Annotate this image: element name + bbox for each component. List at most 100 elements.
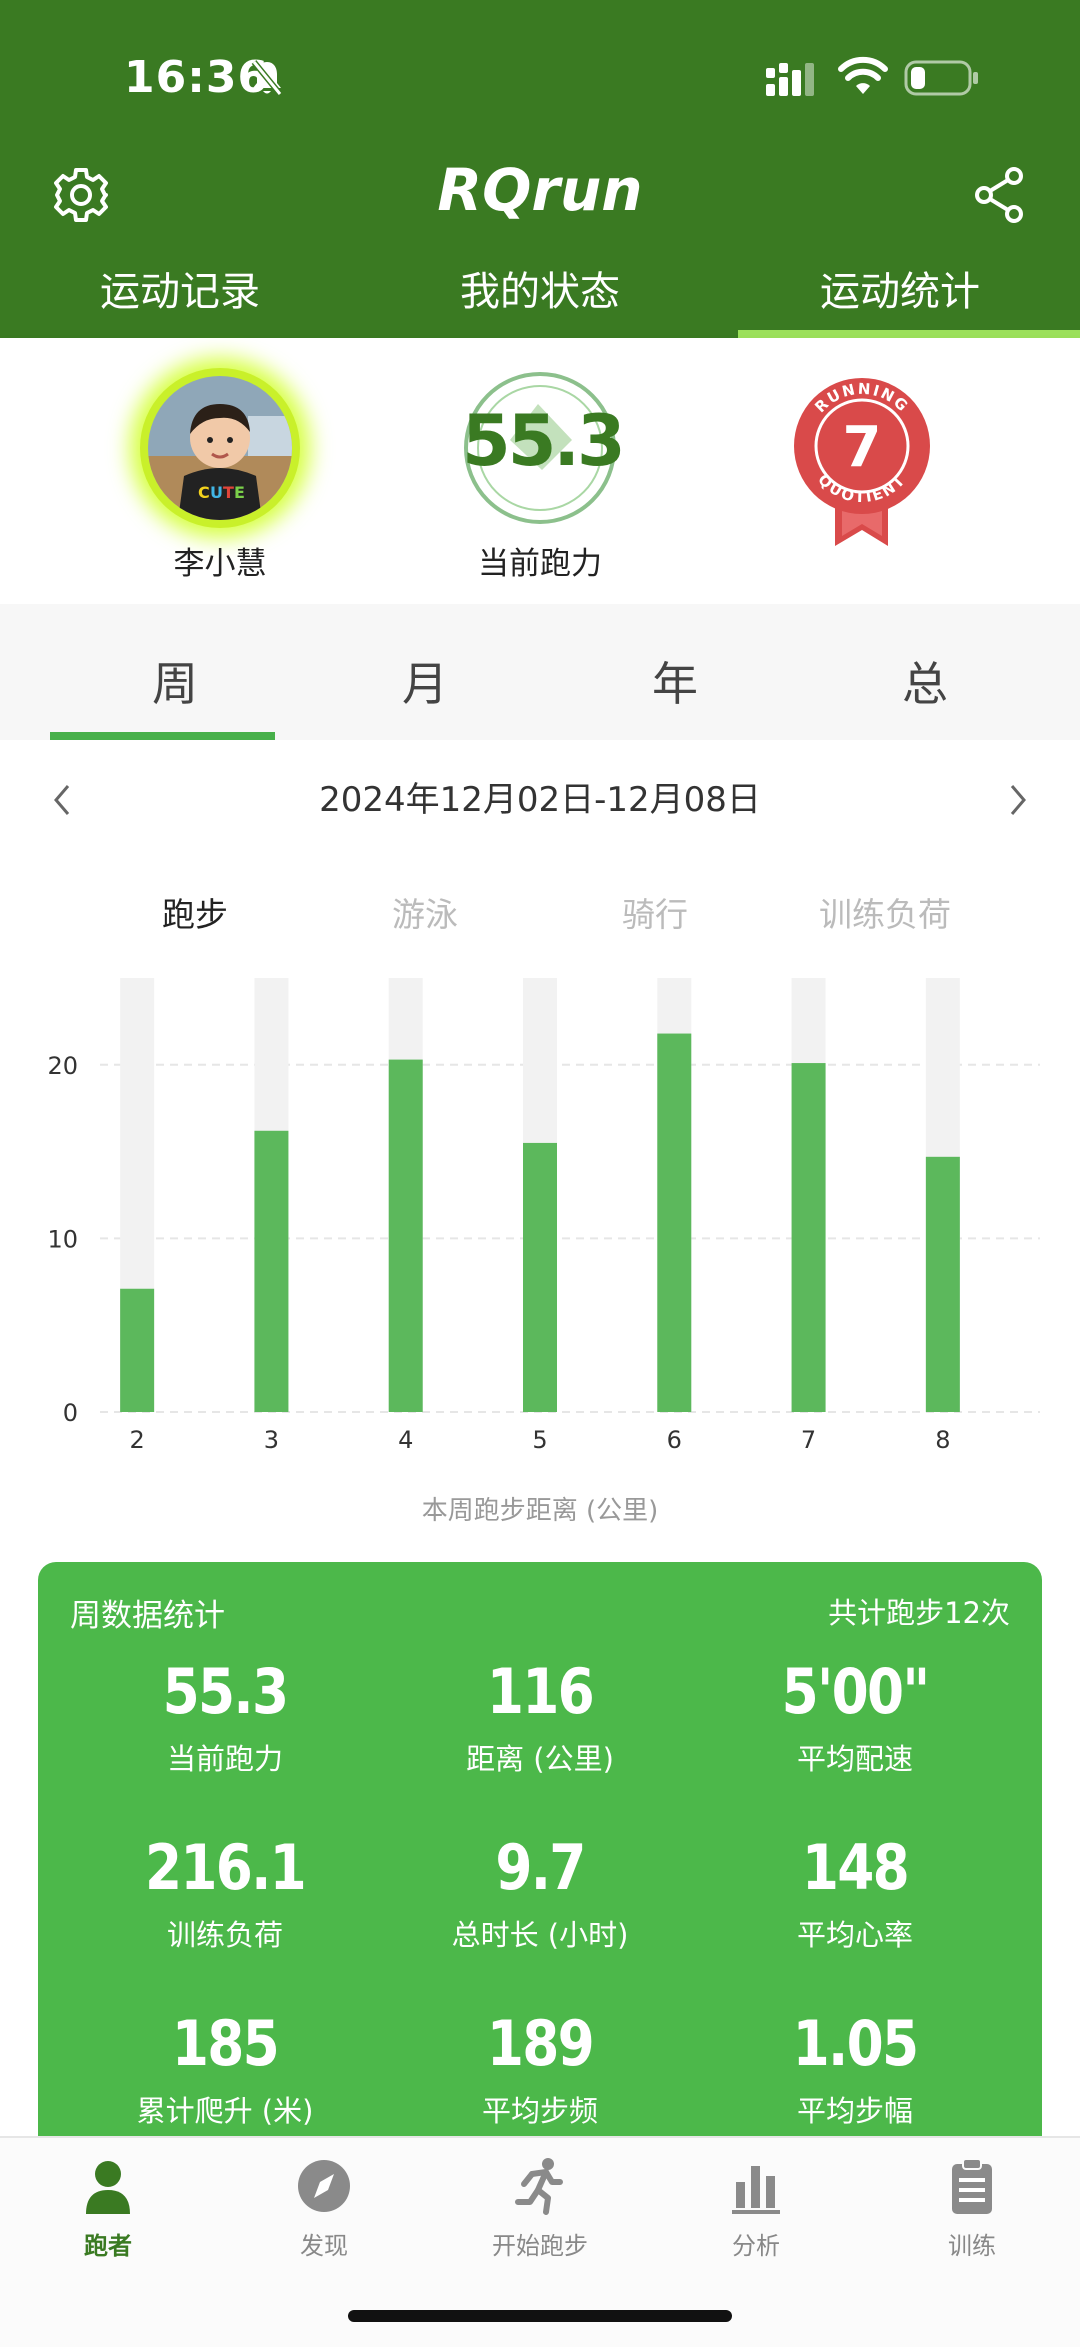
sport-tabs: 跑步 游泳 骑行 训练负荷 xyxy=(80,880,1000,950)
stat-label: 平均步幅 xyxy=(796,2094,913,2128)
bar[interactable] xyxy=(523,1142,557,1412)
bar[interactable] xyxy=(657,1033,692,1412)
tab-cycling[interactable]: 骑行 xyxy=(540,880,770,950)
weekly-distance-chart: 0 10 20 2 3 4 5 6 7 8 xyxy=(47,978,1040,1454)
svg-text:U: U xyxy=(210,483,223,502)
nav-discover[interactable]: 发现 xyxy=(234,2156,414,2261)
y-tick-label: 20 xyxy=(47,1052,78,1080)
stat-avg-heart-rate: 148 平均心率 xyxy=(690,1828,1020,1954)
bar[interactable] xyxy=(388,1059,423,1412)
cellular-signal-icon xyxy=(766,63,814,96)
nav-label: 分析 xyxy=(732,2232,780,2260)
nav-label: 开始跑步 xyxy=(492,2232,588,2260)
tab-year[interactable]: 年 xyxy=(550,644,800,740)
tab-activity-records[interactable]: 运动记录 xyxy=(0,252,360,338)
stat-label: 距离 (公里) xyxy=(466,1742,614,1776)
stat-value: 116 xyxy=(486,1655,595,1728)
stat-training-load: 216.1 训练负荷 xyxy=(60,1828,390,1954)
tab-total[interactable]: 总 xyxy=(800,644,1050,740)
tab-running[interactable]: 跑步 xyxy=(80,880,310,950)
stat-label: 平均心率 xyxy=(796,1918,913,1952)
stat-value: 189 xyxy=(486,2007,595,2080)
stats-title: 周数据统计 xyxy=(70,1598,225,1634)
stat-value: 9.7 xyxy=(495,1831,586,1904)
bar[interactable] xyxy=(120,1288,155,1412)
status-bar: 16:36 xyxy=(0,0,1080,150)
clipboard-icon xyxy=(952,2158,992,2214)
stat-avg-stride: 1.05 平均步幅 xyxy=(690,2004,1020,2130)
home-indicator xyxy=(348,2310,732,2322)
app-title: RQrun xyxy=(437,156,643,224)
tab-swimming[interactable]: 游泳 xyxy=(310,880,540,950)
svg-text:C: C xyxy=(198,483,210,502)
profile-name: 李小慧 xyxy=(173,546,267,582)
svg-text:T: T xyxy=(223,483,234,502)
tab-my-status[interactable]: 我的状态 xyxy=(360,252,720,338)
x-tick-label: 7 xyxy=(801,1426,816,1454)
tab-week[interactable]: 周 xyxy=(50,644,300,740)
battery-icon xyxy=(904,60,978,96)
stat-value: 5'00" xyxy=(781,1655,931,1728)
main-tabs: 运动记录 我的状态 运动统计 xyxy=(0,252,1080,338)
nav-label: 发现 xyxy=(300,2232,348,2260)
nav-label: 训练 xyxy=(948,2232,996,2260)
profile-section: C U T E 李小慧 55.3 当前跑力 RUNNING QUOTIENT 7 xyxy=(0,338,1080,604)
date-range: 2024年12月02日-12月08日 xyxy=(319,780,761,820)
bar[interactable] xyxy=(791,1063,826,1412)
nav-analysis[interactable]: 分析 xyxy=(666,2156,846,2261)
bar[interactable] xyxy=(925,1156,960,1412)
x-tick-label: 6 xyxy=(667,1426,682,1454)
wifi-icon xyxy=(838,56,888,94)
tab-training-load[interactable]: 训练负荷 xyxy=(770,880,1000,950)
stat-label: 当前跑力 xyxy=(166,1742,283,1776)
stat-label: 平均配速 xyxy=(796,1742,913,1776)
stat-value: 1.05 xyxy=(792,2007,919,2080)
y-tick-label: 10 xyxy=(47,1225,78,1253)
stat-value: 216.1 xyxy=(144,1831,307,1904)
nav-label: 跑者 xyxy=(84,2232,132,2260)
tab-activity-stats[interactable]: 运动统计 xyxy=(720,252,1080,338)
y-tick-label: 0 xyxy=(63,1399,78,1427)
avatar[interactable]: C U T E xyxy=(140,368,300,528)
rq-badge-value: 7 xyxy=(843,415,882,480)
period-tabs: 周 月 年 总 xyxy=(50,644,1050,740)
vo2-value[interactable]: 55.3 xyxy=(462,400,626,482)
chart-x-axis-label: 本周跑步距离 (公里) xyxy=(421,1496,659,1526)
date-navigator: 2024年12月02日-12月08日 xyxy=(0,760,1080,840)
period-tabs-area: 周 月 年 总 xyxy=(0,604,1080,740)
bar[interactable] xyxy=(254,1130,289,1412)
stat-label: 训练负荷 xyxy=(166,1918,283,1952)
running-quotient-badge-icon[interactable]: RUNNING QUOTIENT 7 xyxy=(790,374,940,552)
nav-training[interactable]: 训练 xyxy=(882,2156,1062,2261)
avatar-photo: C U T E xyxy=(148,376,292,520)
stat-value: 185 xyxy=(171,2007,280,2080)
vo2-label: 当前跑力 xyxy=(478,546,602,582)
x-tick-label: 5 xyxy=(532,1426,547,1454)
weekly-stats-card: 周数据统计 共计跑步12次 55.3 当前跑力 116 距离 (公里) 5'00… xyxy=(38,1562,1042,2162)
status-time: 16:36 xyxy=(124,52,270,103)
bar-chart-icon xyxy=(732,2166,780,2214)
tab-month[interactable]: 月 xyxy=(300,644,550,740)
x-tick-label: 4 xyxy=(398,1426,413,1454)
running-man-icon xyxy=(515,2158,563,2215)
app-header: 16:36 RQrun 运动记录 我的状态 运动统计 xyxy=(0,0,1080,338)
stat-value: 55.3 xyxy=(162,1655,289,1728)
bell-off-icon xyxy=(251,60,283,96)
x-tick-label: 3 xyxy=(264,1426,279,1454)
nav-start-run[interactable]: 开始跑步 xyxy=(450,2156,630,2261)
top-bar: RQrun xyxy=(0,150,1080,240)
stat-total-duration: 9.7 总时长 (小时) xyxy=(375,1828,705,1954)
stat-distance: 116 距离 (公里) xyxy=(375,1652,705,1778)
stat-label: 累计爬升 (米) xyxy=(136,2094,314,2128)
stats-run-count: 共计跑步12次 xyxy=(828,1596,1010,1630)
nav-runner[interactable]: 跑者 xyxy=(18,2156,198,2261)
stat-label: 总时长 (小时) xyxy=(451,1918,629,1952)
compass-icon xyxy=(298,2160,350,2212)
stat-label: 平均步频 xyxy=(481,2094,598,2128)
stat-elevation-gain: 185 累计爬升 (米) xyxy=(60,2004,390,2130)
chevron-right-icon[interactable] xyxy=(1006,780,1030,820)
stat-avg-cadence: 189 平均步频 xyxy=(375,2004,705,2130)
share-icon[interactable] xyxy=(972,166,1026,224)
stat-value: 148 xyxy=(801,1831,910,1904)
x-tick-label: 8 xyxy=(935,1426,950,1454)
